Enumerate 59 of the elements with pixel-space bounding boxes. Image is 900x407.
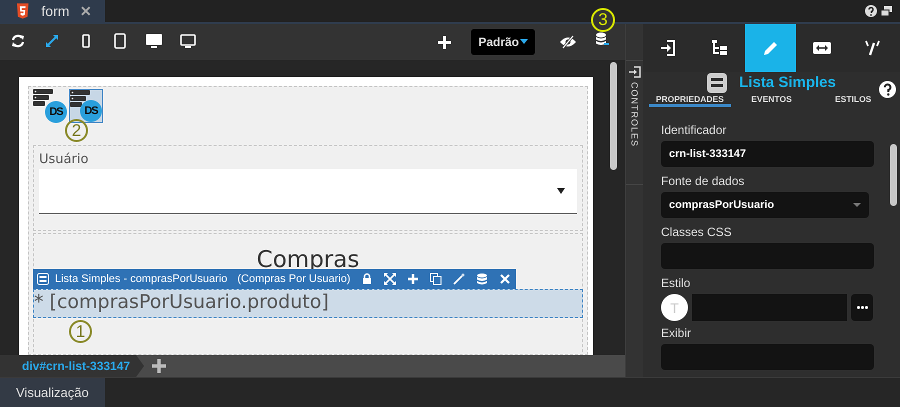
section-heading: Compras xyxy=(256,246,360,274)
text-field[interactable] xyxy=(661,243,874,269)
field-label: Usuário xyxy=(39,152,90,167)
pencil-icon xyxy=(762,39,780,57)
datasource-item[interactable]: DS xyxy=(33,89,67,123)
field-label: Estilo xyxy=(661,276,692,290)
scrollbar[interactable] xyxy=(890,144,897,206)
resize-icon xyxy=(812,39,830,57)
panel-subtab[interactable]: EVENTOS xyxy=(730,93,812,107)
list-icon xyxy=(37,273,49,285)
panel-subtab[interactable]: ESTILOS xyxy=(812,93,894,107)
caret-icon xyxy=(520,39,528,45)
annotation-marker: 3 xyxy=(591,8,615,32)
user-select[interactable] xyxy=(39,169,577,214)
component-subtitle: (Compras Por Usuario) xyxy=(237,273,350,285)
scrollbar[interactable] xyxy=(610,62,617,170)
panel-title: Lista Simples xyxy=(739,74,836,92)
close-icon[interactable] xyxy=(81,6,91,16)
help-icon[interactable] xyxy=(879,81,896,98)
datasource-item[interactable]: DS xyxy=(69,89,103,123)
field-label: Classes CSS xyxy=(661,225,733,239)
html5-icon xyxy=(16,3,30,19)
copy-icon[interactable] xyxy=(430,273,442,285)
breadcrumb-item[interactable]: div#crn-list-333147 xyxy=(0,355,144,377)
bottom-tab[interactable]: Visualização xyxy=(0,378,105,407)
style-dropdown[interactable]: Padrão xyxy=(471,29,535,55)
fullscreen-icon[interactable] xyxy=(384,273,396,285)
help-icon[interactable] xyxy=(865,5,877,17)
text-field[interactable] xyxy=(661,344,874,370)
style-field[interactable] xyxy=(692,294,847,321)
monitor-icon[interactable] xyxy=(146,33,164,51)
annotation-marker: 1 xyxy=(69,320,92,343)
file-tab[interactable]: form xyxy=(0,0,105,22)
eye-slash-icon[interactable] xyxy=(559,35,577,49)
database-icon[interactable] xyxy=(595,32,609,47)
field-label: Identificador xyxy=(661,123,728,137)
more-icon xyxy=(856,306,868,309)
monitor-icon[interactable] xyxy=(180,33,198,51)
annotation-marker: 2 xyxy=(65,119,88,142)
panel-subtab[interactable]: PROPRIEDADES xyxy=(649,93,731,107)
text-field[interactable]: crn-list-333147 xyxy=(661,141,874,167)
server-icon xyxy=(33,89,55,107)
wand-icon xyxy=(864,39,882,57)
restore-window-icon[interactable] xyxy=(881,6,892,16)
door-arrow-icon xyxy=(628,66,640,78)
tree-icon xyxy=(710,39,728,57)
controls-label: CONTROLES xyxy=(630,82,640,148)
datasource-select[interactable]: comprasPorUsuario xyxy=(661,192,869,218)
component-title: Lista Simples - comprasPorUsuario xyxy=(55,273,228,285)
lock-icon[interactable] xyxy=(361,273,374,285)
caret-icon xyxy=(557,188,565,194)
door-arrow-icon xyxy=(660,39,678,57)
field-label: Fonte de dados xyxy=(661,174,746,188)
list-item[interactable]: * [comprasPorUsuario.produto] xyxy=(33,289,583,318)
more-button[interactable] xyxy=(851,294,873,321)
server-icon xyxy=(70,90,92,108)
caret-icon xyxy=(853,202,861,208)
field-label: Exibir xyxy=(661,326,692,340)
wand-icon[interactable] xyxy=(453,273,466,285)
